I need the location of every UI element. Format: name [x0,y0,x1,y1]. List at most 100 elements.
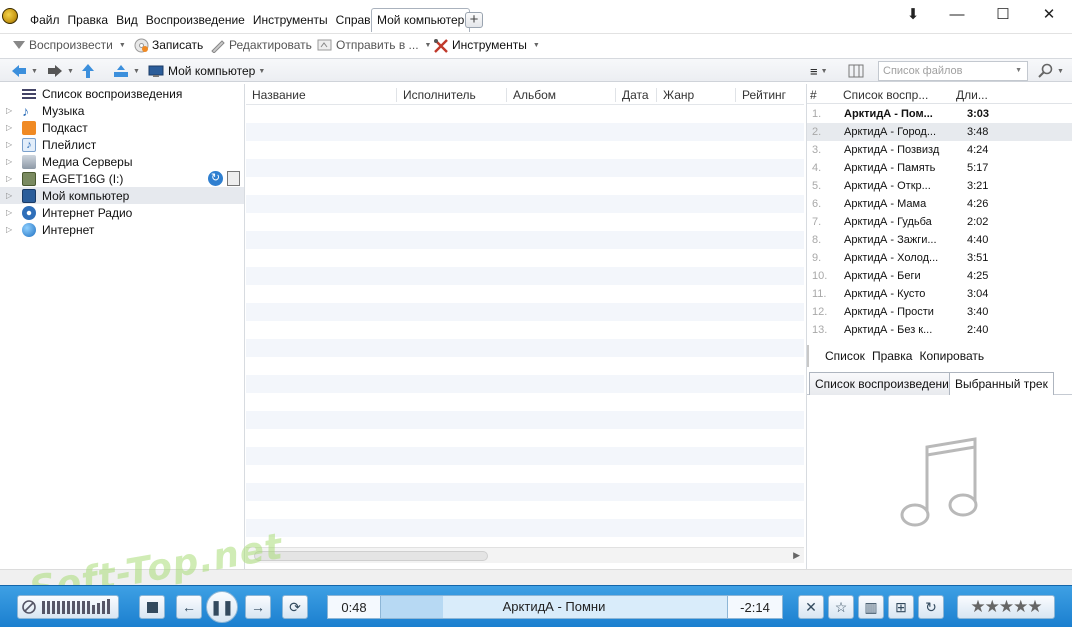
favorite-button[interactable]: ☆ [828,595,854,619]
column-playlist-title[interactable]: Список воспр... [843,88,928,102]
column-rating[interactable]: Рейтинг [735,88,786,102]
eject-device-icon[interactable] [227,171,240,186]
tab-playlist[interactable]: Список воспроизведения [809,372,962,395]
playlist-link-edit[interactable]: Правка [872,349,913,363]
tree-item-now-playing[interactable]: Список воспроизведения [0,85,244,102]
view-mode-button[interactable]: ≡ ▼ [810,62,828,80]
repeat-button[interactable]: ⟳ [282,595,308,619]
playlist-row[interactable]: 6. АрктидА - Мама 4:26 [807,195,1072,213]
expand-arrow-icon[interactable]: ▷ [6,157,16,166]
usb-drive-icon [22,171,36,186]
playlist-row[interactable]: 10. АрктидА - Беги 4:25 [807,267,1072,285]
tree-item-music[interactable]: ▷ ♪ Музыка [0,102,244,119]
next-button[interactable]: → [245,595,271,619]
shuffle-button[interactable]: ✕ [798,595,824,619]
back-arrow-icon [12,65,26,77]
minimize-button[interactable]: — [934,0,980,30]
playlist-row[interactable]: 7. АрктидА - Гудьба 2:02 [807,213,1072,231]
playlist-row[interactable]: 11. АрктидА - Кусто 3:04 [807,285,1072,303]
add-to-playlist-button[interactable]: ⊞ [888,595,914,619]
playlist-row[interactable]: 8. АрктидА - Зажги... 4:40 [807,231,1072,249]
equalizer-button[interactable] [17,595,119,619]
column-number[interactable]: # [810,88,817,102]
menu-file[interactable]: Файл [26,12,64,28]
share-button[interactable]: ▼ [112,62,140,80]
menu-tools[interactable]: Инструменты [249,12,332,28]
column-date[interactable]: Дата [615,88,649,102]
playlist-row[interactable]: 5. АрктидА - Откр... 3:21 [807,177,1072,195]
stop-button[interactable] [139,595,165,619]
track-duration: 3:21 [967,180,989,192]
expand-arrow-icon[interactable]: ▷ [6,208,16,217]
expand-arrow-icon[interactable]: ▷ [6,123,16,132]
playlist-row[interactable]: 3. АрктидА - Позвизд 4:24 [807,141,1072,159]
playlist-row[interactable]: 12. АрктидА - Прости 3:40 [807,303,1072,321]
column-album[interactable]: Альбом [506,88,556,102]
playlist-link-list[interactable]: Список [825,349,865,363]
rating-stars[interactable]: ★★★★★ [957,595,1055,619]
edit-label: Редактировать [229,38,312,52]
file-search-input[interactable]: Список файлов ▼ [878,61,1028,81]
expand-arrow-icon[interactable]: ▷ [6,140,16,149]
add-tab-button[interactable]: + [465,12,483,28]
pin-button[interactable]: ⬇ [890,0,936,30]
tree-item-internet[interactable]: ▷ Интернет [0,221,244,238]
expand-arrow-icon[interactable]: ▷ [6,225,16,234]
tree-item-internet-radio[interactable]: ▷ Интернет Радио [0,204,244,221]
burn-button[interactable]: Записать [134,36,203,54]
column-genre[interactable]: Жанр [656,88,694,102]
up-button[interactable] [80,62,96,80]
close-button[interactable]: ✕ [1026,0,1072,30]
track-duration: 3:04 [967,288,989,300]
column-duration[interactable]: Дли... [956,88,988,102]
tab-selected-track[interactable]: Выбранный трек [949,372,1054,396]
pause-button[interactable]: ❚❚ [206,591,238,623]
expand-arrow-icon[interactable]: ▷ [6,106,16,115]
forward-button[interactable]: ▼ [46,62,74,80]
chevron-down-icon: ▼ [1057,67,1064,75]
tab-my-computer[interactable]: Мой компьютер [371,8,471,32]
previous-button[interactable]: ← [176,595,202,619]
search-button[interactable]: ▼ [1038,62,1064,80]
expand-arrow-icon[interactable]: ▷ [6,174,16,183]
playlist-row[interactable]: 4. АрктидА - Память 5:17 [807,159,1072,177]
seek-bar[interactable]: АрктидА - Помни [380,595,728,619]
playlist-row[interactable]: 2. АрктидА - Город... 3:48 [807,123,1072,141]
playlist-row[interactable]: 13. АрктидА - Без к... 2:40 [807,321,1072,339]
refresh-button[interactable]: ↻ [918,595,944,619]
edit-button[interactable]: Редактировать [210,36,312,54]
tree-item-eaget-drive[interactable]: ▷ EAGET16G (I:) ↻ [0,170,244,187]
tree-item-podcast[interactable]: ▷ Подкаст [0,119,244,136]
track-number: 12. [812,306,828,318]
scrollbar-thumb[interactable] [254,551,488,561]
track-title: АрктидА - Позвизд [844,144,940,156]
tree-item-media-servers[interactable]: ▷ Медиа Серверы [0,153,244,170]
column-title[interactable]: Название [246,88,306,102]
visualizer-button[interactable]: ▥ [858,595,884,619]
columns-button[interactable] [848,62,864,80]
scroll-right-icon[interactable]: ▶ [793,550,800,561]
previous-icon: ← [182,599,196,615]
app-logo-icon[interactable] [2,8,18,24]
track-number: 11. [812,288,827,300]
tools-button[interactable]: Инструменты ▼ [433,36,540,54]
horizontal-scrollbar[interactable]: ▶ [246,547,804,563]
track-duration: 5:17 [967,162,989,174]
back-button[interactable]: ▼ [10,62,38,80]
tree-item-playlists[interactable]: ▷ ♪ Плейлист [0,136,244,153]
column-artist[interactable]: Исполнитель [396,88,476,102]
sync-icon[interactable]: ↻ [208,171,223,186]
menu-view[interactable]: Вид [112,12,142,28]
menu-playback[interactable]: Воспроизведение [142,12,249,28]
play-button[interactable]: Воспроизвести ▼ [12,36,126,54]
maximize-button[interactable]: ☐ [980,0,1026,30]
file-list-rows[interactable] [246,105,804,549]
send-to-button[interactable]: Отправить в ... ▼ [317,36,431,54]
expand-arrow-icon[interactable]: ▷ [6,191,16,200]
tree-item-my-computer[interactable]: ▷ Мой компьютер [0,187,244,204]
menu-edit[interactable]: Правка [64,12,113,28]
playlist-link-copy[interactable]: Копировать [919,349,984,363]
playlist-row[interactable]: 1. АрктидА - Пом... 3:03 [807,105,1072,123]
location-breadcrumb[interactable]: Мой компьютер ▼ [148,62,265,80]
playlist-row[interactable]: 9. АрктидА - Холод... 3:51 [807,249,1072,267]
